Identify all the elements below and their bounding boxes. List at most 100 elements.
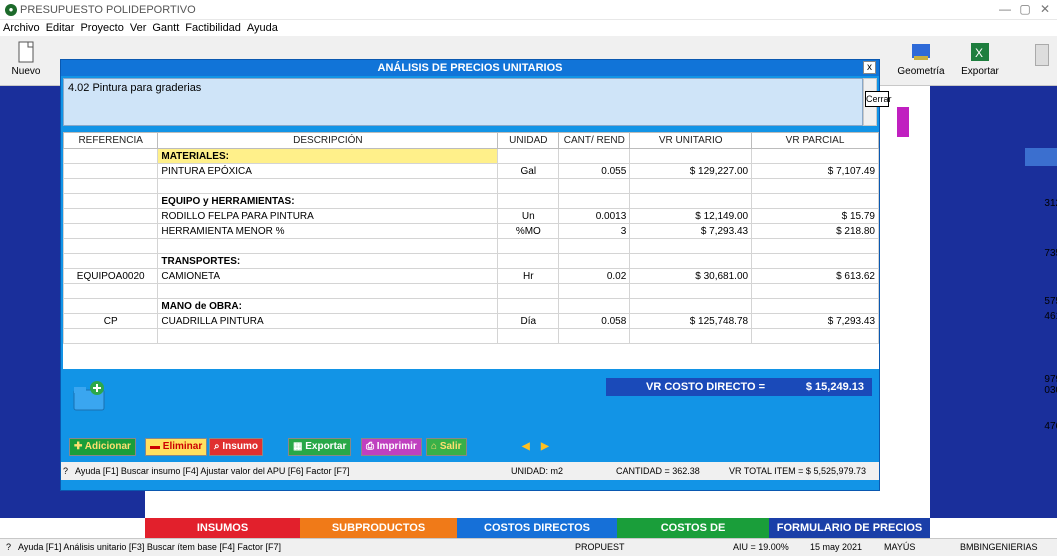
cell-ref[interactable] [62, 163, 159, 179]
menu-factibilidad[interactable]: Factibilidad [182, 20, 244, 36]
tab-costos-administracion[interactable]: COSTOS DE ADMINISTRACIÓN [617, 518, 769, 554]
cell-ref[interactable]: CP [62, 313, 159, 329]
table-row[interactable] [62, 283, 879, 299]
add-folder-icon[interactable] [73, 380, 107, 412]
cell-unit[interactable] [497, 328, 560, 344]
cell-vu[interactable]: $ 129,227.00 [629, 163, 753, 179]
table-row[interactable]: EQUIPOA0020 CAMIONETA Hr 0.02 $ 30,681.00 $ 6… [62, 268, 879, 284]
cell-unit[interactable]: Hr [497, 268, 560, 284]
cell-vu[interactable] [629, 238, 753, 254]
dialog-close-button[interactable]: x [863, 61, 876, 74]
cell-vp[interactable] [751, 298, 879, 314]
close-window-button[interactable]: ✕ [1035, 2, 1055, 16]
minimize-button[interactable]: — [995, 2, 1015, 16]
cell-vp[interactable] [751, 178, 879, 194]
cell-qty[interactable]: 0.055 [558, 163, 631, 179]
tab-insumos[interactable]: INSUMOS [145, 518, 300, 538]
cell-vp[interactable]: $ 7,107.49 [751, 163, 879, 179]
cell-vu[interactable]: $ 7,293.43 [629, 223, 753, 239]
cell-vp[interactable] [751, 148, 879, 164]
cell-vu[interactable] [629, 253, 753, 269]
cell-ref[interactable] [62, 253, 159, 269]
cell-vu[interactable]: $ 125,748.78 [629, 313, 753, 329]
cell-qty[interactable] [558, 283, 631, 299]
eliminar-button[interactable]: ▬ Eliminar [145, 438, 208, 456]
salir-button[interactable]: ⌂ Salir [426, 438, 467, 456]
cell-unit[interactable] [497, 178, 560, 194]
cell-vu[interactable] [629, 193, 753, 209]
cell-qty[interactable] [558, 178, 631, 194]
menu-editar[interactable]: Editar [43, 20, 78, 36]
cell-desc[interactable]: MANO de OBRA: [157, 298, 499, 314]
geometria-button[interactable]: Geometría [895, 38, 947, 84]
menu-gantt[interactable]: Gantt [149, 20, 182, 36]
cell-ref[interactable] [62, 328, 159, 344]
cell-unit[interactable]: Un [497, 208, 560, 224]
cell-ref[interactable] [62, 148, 159, 164]
table-row[interactable]: RODILLO FELPA PARA PINTURA Un 0.0013 $ 12,1… [62, 208, 879, 224]
cell-ref[interactable] [62, 238, 159, 254]
maximize-button[interactable]: ▢ [1015, 2, 1035, 16]
menu-ayuda[interactable]: Ayuda [244, 20, 281, 36]
cell-unit[interactable]: Día [497, 313, 560, 329]
cell-qty[interactable] [558, 328, 631, 344]
cell-vu[interactable] [629, 298, 753, 314]
calculator-icon[interactable] [1035, 44, 1049, 66]
exportar-toolbar-button[interactable]: X Exportar [955, 38, 1005, 84]
cell-desc[interactable]: PINTURA EPÓXICA [157, 163, 499, 179]
cell-ref[interactable] [62, 223, 159, 239]
tab-formulario-precios[interactable]: FORMULARIO DE PRECIOS [769, 518, 930, 538]
cell-qty[interactable]: 0.02 [558, 268, 631, 284]
cell-unit[interactable] [497, 238, 560, 254]
cell-vp[interactable] [751, 193, 879, 209]
cell-qty[interactable] [558, 253, 631, 269]
cell-vp[interactable] [751, 283, 879, 299]
cell-ref[interactable]: EQUIPOA0020 [62, 268, 159, 284]
table-row[interactable]: EQUIPO y HERRAMIENTAS: [62, 193, 879, 209]
cell-ref[interactable] [62, 178, 159, 194]
cell-unit[interactable] [497, 148, 560, 164]
table-row[interactable]: TRANSPORTES: [62, 253, 879, 269]
table-row[interactable] [62, 328, 879, 344]
cell-unit[interactable]: %MO [497, 223, 560, 239]
table-row[interactable]: PINTURA EPÓXICA Gal 0.055 $ 129,227.00 $ 7,1… [62, 163, 879, 179]
cell-qty[interactable]: 0.058 [558, 313, 631, 329]
nuevo-button[interactable]: Nuevo [6, 38, 46, 84]
exportar-button[interactable]: ▦ Exportar [288, 438, 352, 456]
cell-vu[interactable] [629, 178, 753, 194]
cell-vp[interactable]: $ 7,293.43 [751, 313, 879, 329]
cell-vp[interactable] [751, 238, 879, 254]
cell-unit[interactable] [497, 253, 560, 269]
cell-ref[interactable] [62, 193, 159, 209]
cell-ref[interactable] [62, 208, 159, 224]
cell-unit[interactable] [497, 283, 560, 299]
cell-vu[interactable] [629, 328, 753, 344]
table-row[interactable]: CP CUADRILLA PINTURA Día 0.058 $ 125,748.78 $… [62, 313, 879, 329]
cell-desc[interactable]: CUADRILLA PINTURA [157, 313, 499, 329]
insumo-button[interactable]: ⌕ Insumo [209, 438, 263, 456]
table-row[interactable] [62, 178, 879, 194]
item-description[interactable]: 4.02 Pintura para graderias [63, 78, 863, 126]
cell-qty[interactable] [558, 193, 631, 209]
cell-desc[interactable]: EQUIPO y HERRAMIENTAS: [157, 193, 499, 209]
next-button[interactable]: ▶ [538, 438, 552, 456]
cell-vu[interactable]: $ 12,149.00 [629, 208, 753, 224]
cell-qty[interactable] [558, 148, 631, 164]
cell-unit[interactable] [497, 193, 560, 209]
cell-desc[interactable] [157, 178, 499, 194]
table-row[interactable]: HERRAMIENTA MENOR % %MO 3 $ 7,293.43 $ 218.8… [62, 223, 879, 239]
cell-desc[interactable] [157, 328, 499, 344]
cell-unit[interactable]: Gal [497, 163, 560, 179]
tab-subproductos[interactable]: SUBPRODUCTOS [300, 518, 457, 538]
menu-archivo[interactable]: Archivo [0, 20, 43, 36]
cell-qty[interactable] [558, 238, 631, 254]
cell-desc[interactable] [157, 283, 499, 299]
menu-ver[interactable]: Ver [127, 20, 150, 36]
imprimir-button[interactable]: ⎙ Imprimir [361, 438, 422, 456]
cell-vp[interactable]: $ 15.79 [751, 208, 879, 224]
cell-ref[interactable] [62, 298, 159, 314]
cell-unit[interactable] [497, 298, 560, 314]
cell-desc[interactable]: CAMIONETA [157, 268, 499, 284]
cell-desc[interactable] [157, 238, 499, 254]
tab-costos-directos[interactable]: COSTOS DIRECTOS [457, 518, 617, 538]
